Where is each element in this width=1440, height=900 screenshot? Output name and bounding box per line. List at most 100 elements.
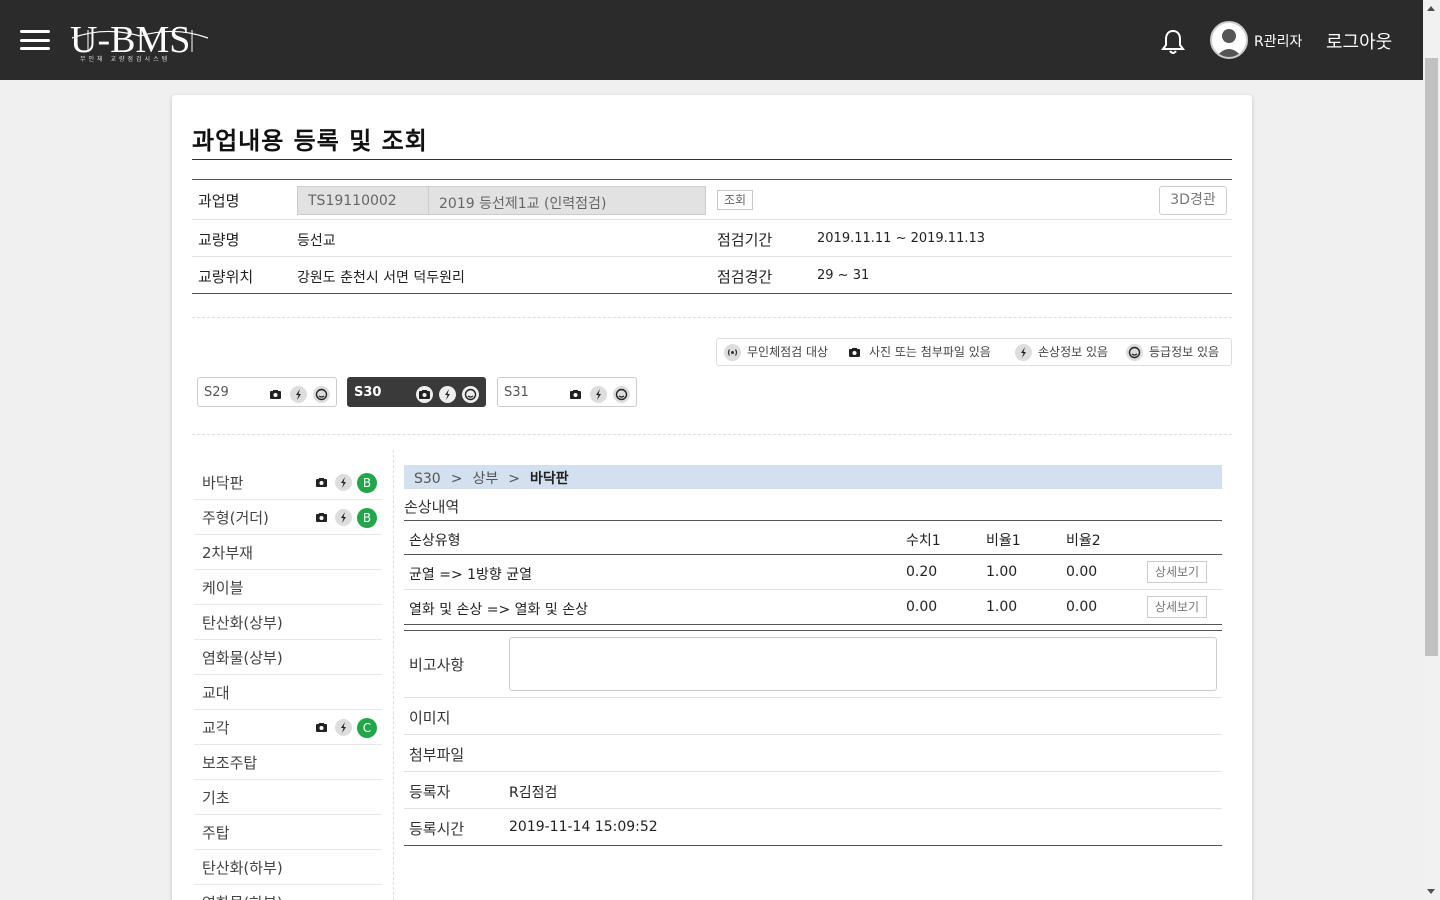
main-card: 과업내용 등록 및 조회 과업명 TS19110002 2019 등선제1교 (… [172, 95, 1252, 900]
col-type: 손상유형 [409, 533, 461, 549]
member-item[interactable]: 바닥판 B [194, 465, 382, 500]
drone-signal-icon [724, 344, 741, 361]
member-label: 바닥판 [202, 474, 244, 492]
camera-icon [567, 386, 584, 403]
cell-type: 균열 => 1방향 균열 [409, 567, 532, 583]
regtime-value: 2019-11-14 15:09:52 [509, 819, 658, 835]
legend-grade: 등급정보 있음 [1126, 339, 1219, 365]
member-label: 염화물(하부) [202, 892, 283, 900]
icon-legend: 무인체점검 대상 사진 또는 첨부파일 있음 손상정보 있음 등급정보 있음 [716, 338, 1232, 366]
grade-face-icon [613, 386, 630, 403]
meta-table: 비고사항 이미지 첨부파일 등록자 R김점검 등록시간 2019-11-14 1… [404, 630, 1222, 846]
username[interactable]: R관리자 [1254, 31, 1302, 51]
legend-drone-text: 무인체점검 대상 [747, 345, 829, 359]
damage-bolt-icon [335, 509, 352, 526]
member-label: 2차부재 [202, 544, 253, 562]
member-item[interactable]: 염화물(상부) [194, 640, 382, 675]
member-item[interactable]: 탄산화(상부) [194, 605, 382, 640]
span-label: S31 [504, 385, 529, 400]
span-icons [267, 384, 330, 403]
title-divider [192, 159, 1232, 160]
grade-badge: B [357, 472, 377, 493]
member-item[interactable]: 탄산화(하부) [194, 850, 382, 885]
member-item[interactable]: 2차부재 [194, 535, 382, 570]
breadcrumb-current: 바닥판 [529, 471, 569, 487]
cell-ratio1: 1.00 [986, 564, 1018, 580]
bridge-value: 등선교 [297, 233, 336, 249]
camera-icon [313, 509, 330, 526]
detail-view-button[interactable]: 상세보기 [1147, 596, 1207, 618]
member-item[interactable]: 교대 [194, 675, 382, 710]
member-label: 탄산화(상부) [202, 614, 283, 632]
member-label: 기초 [202, 789, 230, 807]
damage-bolt-icon [335, 474, 352, 491]
span-s31[interactable]: S31 [497, 377, 637, 407]
member-item[interactable]: 염화물(하부) [194, 885, 382, 900]
breadcrumb-span[interactable]: S30 [414, 471, 441, 487]
vertical-scrollbar[interactable] [1423, 0, 1440, 900]
span-s29[interactable]: S29 [197, 377, 337, 407]
avatar[interactable] [1210, 21, 1248, 59]
vertical-dashed-divider [393, 450, 394, 900]
member-item[interactable]: 케이블 [194, 570, 382, 605]
search-button[interactable]: 조회 [717, 190, 753, 210]
info-row-location: 교량위치 강원도 춘천시 서면 덕두원리 점검경간 29 ~ 31 [192, 257, 1232, 294]
member-list: 바닥판 B 주형(거더) B 2차부재 케이블 탄산화(상부) 염화물(상부) … [194, 465, 382, 900]
logout-button[interactable]: 로그아웃 [1326, 28, 1392, 54]
cell-ratio2: 0.00 [1066, 564, 1098, 580]
cell-value1: 0.20 [906, 564, 938, 580]
task-code-field[interactable]: TS19110002 [297, 186, 429, 215]
legend-grade-text: 등급정보 있음 [1149, 345, 1220, 359]
member-item[interactable]: 보조주탑 [194, 745, 382, 780]
grade-badge: C [357, 717, 377, 738]
camera-icon [267, 386, 284, 403]
camera-icon [313, 719, 330, 736]
remark-textarea[interactable] [509, 637, 1217, 691]
span-range-label: 점검경간 [717, 268, 773, 286]
member-item[interactable]: 기초 [194, 780, 382, 815]
col-ratio2: 비율2 [1066, 533, 1101, 549]
info-table: 과업명 TS19110002 2019 등선제1교 (인력점검) 조회 3D경관… [192, 180, 1232, 294]
scroll-down-arrow-icon[interactable] [1423, 883, 1440, 900]
legend-damage: 손상정보 있음 [1015, 339, 1108, 365]
span-label: S30 [354, 385, 382, 400]
task-name-field[interactable]: 2019 등선제1교 (인력점검) [428, 186, 706, 215]
detail-view-button[interactable]: 상세보기 [1147, 561, 1207, 583]
attachment-label: 첨부파일 [409, 746, 465, 764]
member-item[interactable]: 주탑 [194, 815, 382, 850]
registrant-value: R김점검 [509, 785, 558, 801]
meta-row-attachment: 첨부파일 [404, 735, 1222, 772]
table-row: 균열 => 1방향 균열 0.20 1.00 0.00 상세보기 [404, 555, 1222, 590]
breadcrumb: S30 > 상부 > 바닥판 [404, 465, 1222, 489]
info-row-bridge: 교량명 등선교 점검기간 2019.11.11 ~ 2019.11.13 [192, 220, 1232, 257]
span-s30[interactable]: S30 [347, 377, 486, 407]
meta-row-remark: 비고사항 [404, 631, 1222, 698]
top-header: U-BMS 무인체 교량점검시스템 R관리자 로그아웃 [0, 0, 1423, 80]
camera-icon [416, 386, 433, 403]
legend-drone: 무인체점검 대상 [724, 339, 828, 365]
logo-subtitle: 무인체 교량점검시스템 [80, 56, 171, 63]
span-range-value: 29 ~ 31 [817, 268, 870, 283]
logo[interactable]: U-BMS 무인체 교량점검시스템 [70, 18, 210, 64]
notification-bell-icon[interactable] [1160, 28, 1186, 56]
scroll-up-arrow-icon[interactable] [1423, 0, 1440, 17]
bridge-label: 교량명 [198, 231, 240, 249]
legend-damage-text: 손상정보 있음 [1038, 345, 1109, 359]
scrollbar-thumb[interactable] [1425, 58, 1438, 656]
cell-ratio2: 0.00 [1066, 599, 1098, 615]
cell-type: 열화 및 손상 => 열화 및 손상 [409, 602, 588, 618]
member-icons: C [313, 717, 377, 738]
period-label: 점검기간 [717, 231, 773, 249]
damage-bolt-icon [1015, 344, 1032, 361]
menu-icon[interactable] [20, 30, 50, 50]
member-label: 케이블 [202, 579, 244, 597]
member-label: 교각 [202, 719, 230, 737]
meta-row-image: 이미지 [404, 698, 1222, 735]
breadcrumb-section[interactable]: 상부 [472, 471, 498, 487]
member-item[interactable]: 주형(거더) B [194, 500, 382, 535]
view-3d-button[interactable]: 3D경관 [1159, 186, 1227, 215]
meta-row-regtime: 등록시간 2019-11-14 15:09:52 [404, 809, 1222, 846]
image-label: 이미지 [409, 709, 451, 727]
damage-section-title: 손상내역 [404, 498, 460, 516]
member-item[interactable]: 교각 C [194, 710, 382, 745]
